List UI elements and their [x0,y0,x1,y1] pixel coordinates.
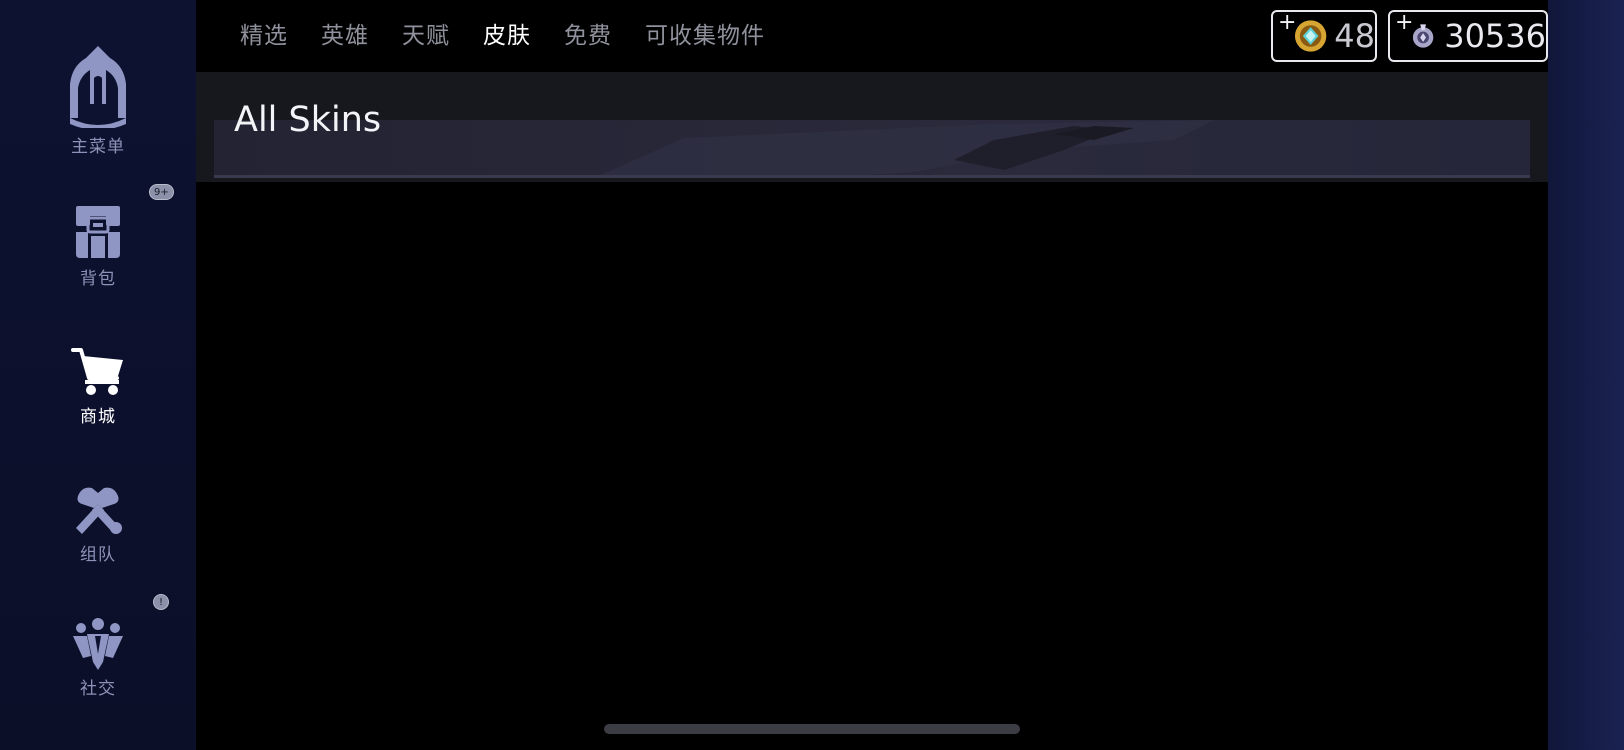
sidebar-item-social[interactable]: ! 社交 [0,594,196,699]
top-bar: 精选 英雄 天赋 皮肤 免费 可收集物件 + 48 + 30536 [196,0,1548,72]
social-people-icon [73,618,123,670]
gold-amount: 48 [1334,17,1375,55]
sidebar-item-label: 商城 [80,407,116,427]
notification-badge: 9+ [149,184,174,200]
notification-badge: ! [153,594,169,610]
backpack-icon [76,206,120,258]
sidebar-item-store[interactable]: 商城 [0,346,196,427]
silver-token-icon [1412,24,1434,48]
main-panel: 精选 英雄 天赋 皮肤 免费 可收集物件 + 48 + 30536 All Sk… [196,0,1548,750]
team-fist-icon [76,487,122,534]
silver-amount: 30536 [1444,17,1546,55]
home-indicator-bar[interactable] [604,724,1020,734]
sidebar-item-label: 社交 [80,679,116,699]
tab-skins[interactable]: 皮肤 [483,18,531,54]
sidebar-item-home[interactable]: 主菜单 [0,44,196,157]
shopping-cart-icon [71,348,123,395]
sidebar: 主菜单 9+ 背包 商城 组队 ! 社交 [0,0,196,750]
sidebar-item-label: 背包 [80,269,116,289]
store-tabs: 精选 英雄 天赋 皮肤 免费 可收集物件 [240,18,798,54]
app-window: 主菜单 9+ 背包 商城 组队 ! 社交 精选 英雄 天赋 皮肤 免费 可收集物… [0,0,1624,750]
header-banner [214,120,1530,178]
brush-decoration [594,120,1214,178]
sidebar-item-label: 组队 [80,545,116,565]
sidebar-item-team[interactable]: 组队 [0,484,196,565]
section-header: All Skins [196,72,1548,182]
tab-heroes[interactable]: 英雄 [321,18,369,54]
page-title: All Skins [234,100,382,140]
tab-featured[interactable]: 精选 [240,18,288,54]
add-currency-icon: + [1278,10,1297,35]
right-edge-panel [1548,0,1624,750]
sidebar-item-label: 主菜单 [71,137,125,157]
skins-content-area [196,182,1548,750]
tab-collectibles[interactable]: 可收集物件 [645,18,765,54]
sidebar-item-backpack[interactable]: 9+ 背包 [0,184,196,289]
tab-free[interactable]: 免费 [564,18,612,54]
tab-talents[interactable]: 天赋 [402,18,450,54]
gold-currency-button[interactable]: + 48 [1271,10,1377,62]
gold-coin-icon [1294,20,1327,52]
home-tower-icon [70,46,126,128]
silver-currency-button[interactable]: + 30536 [1388,10,1548,62]
add-currency-icon: + [1395,10,1414,35]
